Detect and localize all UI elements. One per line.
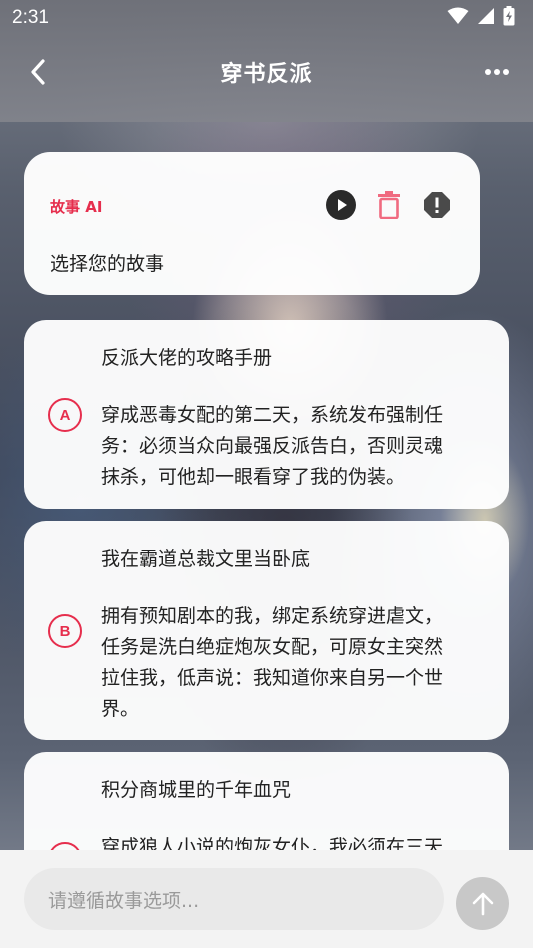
ai-message-text: 选择您的故事 bbox=[50, 253, 165, 275]
option-line: 界。 bbox=[101, 698, 140, 720]
option-line: 抹杀，可他却一眼看穿了我的伪装。 bbox=[101, 466, 406, 488]
ai-sender-name: 故事 AI bbox=[50, 198, 103, 216]
play-icon bbox=[326, 190, 356, 220]
option-line: 务：必须当众向最强反派告白，否则灵魂 bbox=[101, 435, 444, 457]
option-line: 拉住我，低声说：我知道你来自另一个世 bbox=[101, 667, 444, 689]
story-option-b[interactable]: 我在霸道总裁文里当卧底 B 拥有预知剧本的我，绑定系统穿进虐文， 任务是洗白绝症… bbox=[24, 521, 509, 740]
status-time: 2:31 bbox=[12, 7, 49, 28]
message-actions bbox=[326, 190, 452, 220]
option-description: 穿成恶毒女配的第二天，系统发布强制任 务：必须当众向最强反派告白，否则灵魂 抹杀… bbox=[101, 400, 486, 493]
option-line: 任务是洗白绝症炮灰女配，可原女主突然 bbox=[101, 636, 444, 658]
option-badge: A bbox=[48, 398, 82, 432]
option-title: 反派大佬的攻略手册 bbox=[101, 347, 273, 369]
send-button[interactable] bbox=[456, 877, 509, 930]
status-bar: 2:31 bbox=[0, 0, 533, 36]
composer-bar: 请遵循故事选项... bbox=[0, 850, 533, 948]
battery-charging-icon bbox=[503, 6, 515, 30]
delete-button[interactable] bbox=[374, 190, 404, 220]
wifi-icon bbox=[447, 7, 469, 29]
arrow-up-icon bbox=[472, 892, 493, 915]
option-description: 拥有预知剧本的我，绑定系统穿进虐文， 任务是洗白绝症炮灰女配，可原女主突然 拉住… bbox=[101, 601, 486, 725]
option-badge: B bbox=[48, 614, 82, 648]
play-button[interactable] bbox=[326, 190, 356, 220]
report-button[interactable] bbox=[422, 190, 452, 220]
delete-icon bbox=[378, 191, 400, 219]
option-line: 拥有预知剧本的我，绑定系统穿进虐文， bbox=[101, 605, 444, 627]
more-horizontal-icon bbox=[485, 69, 509, 75]
ai-message-card: 故事 AI 选择您的故事 bbox=[24, 152, 480, 295]
option-line: 穿成恶毒女配的第二天，系统发布强制任 bbox=[101, 404, 444, 426]
page-title: 穿书反派 bbox=[220, 62, 313, 87]
chevron-left-icon bbox=[31, 59, 45, 85]
more-button[interactable] bbox=[481, 56, 513, 88]
option-title: 积分商城里的千年血咒 bbox=[101, 779, 292, 801]
input-placeholder: 请遵循故事选项... bbox=[48, 889, 200, 912]
back-button[interactable] bbox=[22, 56, 54, 88]
option-title: 我在霸道总裁文里当卧底 bbox=[101, 548, 311, 570]
cellular-icon bbox=[477, 7, 495, 29]
report-icon bbox=[424, 192, 450, 218]
status-icons bbox=[447, 6, 515, 30]
message-input[interactable]: 请遵循故事选项... bbox=[24, 868, 444, 930]
app-header: 穿书反派 bbox=[0, 44, 533, 100]
story-option-a[interactable]: 反派大佬的攻略手册 A 穿成恶毒女配的第二天，系统发布强制任 务：必须当众向最强… bbox=[24, 320, 509, 509]
